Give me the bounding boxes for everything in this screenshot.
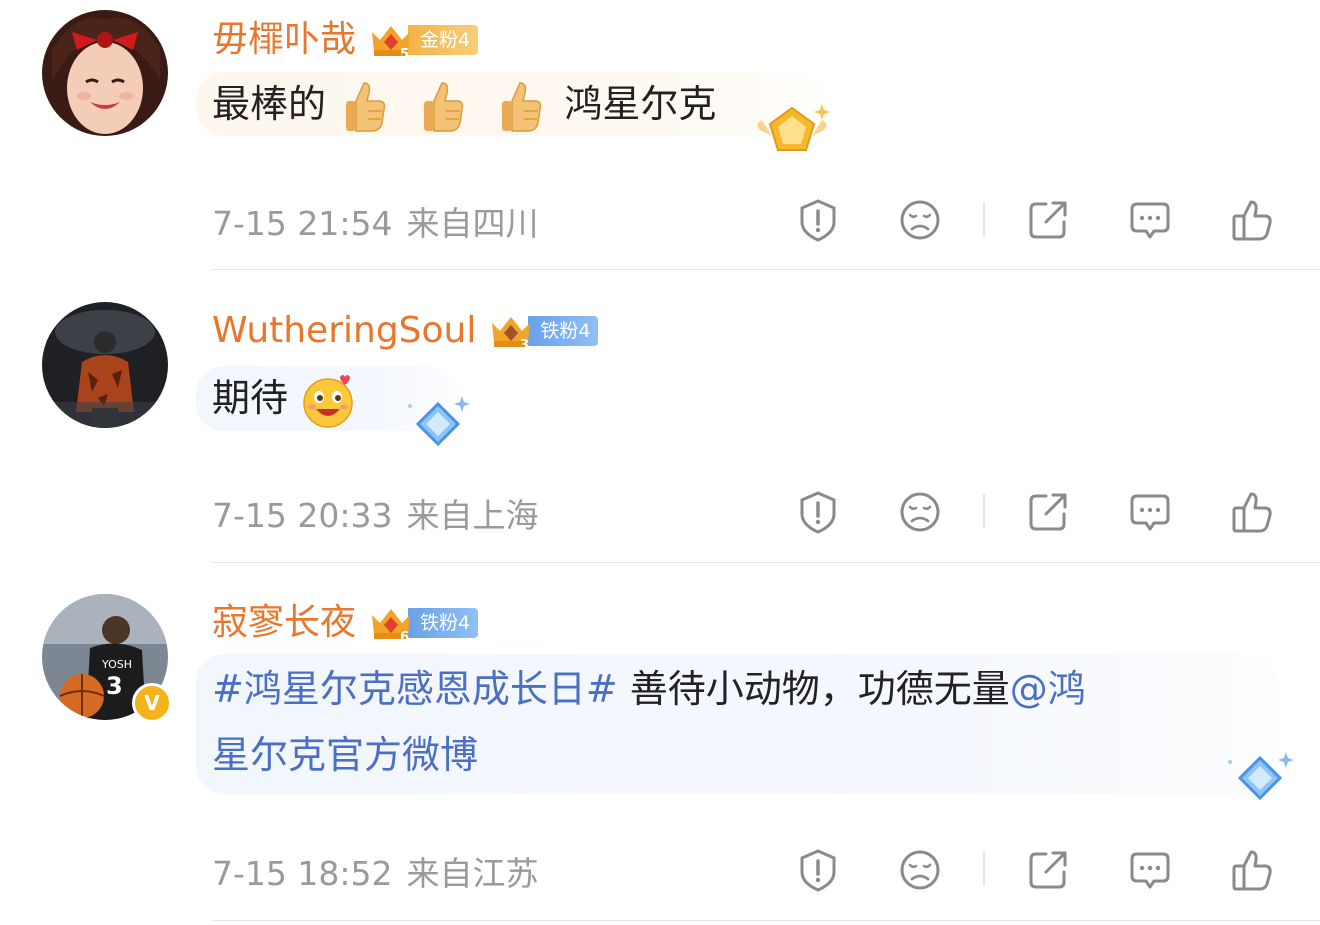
report-icon [800,199,836,242]
share-icon [1029,201,1067,239]
share-icon [1029,493,1067,531]
thumbs-up-icon [424,81,464,132]
comment-header: 寂寥长夜 6 铁粉4 [212,598,479,648]
comment-meta: 7-15 18:52 来自江苏 [212,846,553,896]
mention-link[interactable]: 星尔克官方微博 [212,733,478,777]
crown-icon: 5 [372,26,411,60]
fan-badge[interactable]: 6 铁粉4 [368,605,479,643]
action-divider [983,852,985,886]
comment-content: #鸿星尔克感恩成长日# 善待小动物，功德无量@鸿 星尔克官方微博 [196,654,1278,794]
share-button[interactable] [1026,490,1070,534]
avatar[interactable] [42,302,168,428]
timestamp: 7-15 20:33 [212,496,393,535]
dislike-icon [900,492,940,532]
dislike-button[interactable] [898,198,942,242]
share-button[interactable] [1026,848,1070,892]
comment-header: WutheringSoul 3 铁粉4 [212,306,599,356]
report-icon [800,849,836,892]
comment-button[interactable] [1128,848,1172,892]
comment-divider [212,562,1320,563]
location: 来自上海 [406,496,539,535]
fan-badge-label: 铁粉4 [408,608,479,638]
comment-icon [1130,202,1170,239]
svg-text:5: 5 [400,47,409,60]
crown-icon: 6 [372,609,411,643]
share-button[interactable] [1026,198,1070,242]
timestamp: 7-15 21:54 [212,204,393,243]
report-button[interactable] [796,198,840,242]
comment-text-line: 星尔克官方微博 [212,722,1262,788]
fan-badge-label: 铁粉4 [528,316,599,346]
avatar[interactable] [42,10,168,136]
comment-divider [212,920,1320,921]
comment-text: 善待小动物，功德无量 [617,667,1010,711]
like-icon [1232,492,1272,533]
svg-text:6: 6 [400,630,409,643]
hashtag-link[interactable]: #鸿星尔克感恩成长日# [212,667,618,711]
action-divider [983,494,985,528]
location: 来自江苏 [406,854,539,893]
fan-badge[interactable]: 3 铁粉4 [488,313,599,351]
thumbs-up-icon [502,81,542,132]
svg-text:YOSH: YOSH [101,658,132,671]
thumbs-up-icon [346,81,386,132]
dislike-button[interactable] [898,490,942,534]
comment-button[interactable] [1128,198,1172,242]
report-button[interactable] [796,490,840,534]
comment-content: 最棒的 鸿星尔克 [196,72,828,136]
gold-pentagon-icon [757,104,830,151]
like-button[interactable] [1230,490,1274,534]
comment-meta: 7-15 20:33 来自上海 [212,488,553,538]
verified-badge: V [132,683,172,723]
like-button[interactable] [1230,848,1274,892]
username[interactable]: WutheringSoul [212,306,476,356]
comment-icon [1130,494,1170,531]
comment-text: 期待 [212,376,289,420]
username[interactable]: 毋檌卟哉 [212,15,356,65]
comment-meta: 7-15 21:54 来自四川 [212,196,553,246]
comment-divider [212,269,1320,270]
comment-text-line: #鸿星尔克感恩成长日# 善待小动物，功德无量@鸿 [212,656,1262,722]
report-button[interactable] [796,848,840,892]
comment-text: 最棒的 [212,82,327,126]
action-divider [983,202,985,236]
share-icon [1029,851,1067,889]
fan-badge[interactable]: 5 金粉4 [368,22,479,60]
mention-link[interactable]: @鸿 [1010,667,1086,711]
svg-text:3: 3 [106,672,123,700]
like-button[interactable] [1230,198,1274,242]
dislike-icon [900,850,940,890]
dislike-button[interactable] [898,848,942,892]
comment-button[interactable] [1128,490,1172,534]
crown-icon: 3 [492,317,531,351]
location: 来自四川 [406,204,539,243]
comment-header: 毋檌卟哉 5 金粉4 [212,15,479,65]
timestamp: 7-15 18:52 [212,854,393,893]
dislike-icon [900,200,940,240]
blue-diamond-icon [408,396,470,447]
comment-icon [1130,852,1170,889]
blue-diamond-icon [1228,752,1294,801]
like-icon [1232,850,1272,891]
username[interactable]: 寂寥长夜 [212,598,356,648]
report-icon [800,491,836,534]
comment-text: 鸿星尔克 [564,82,717,126]
like-icon [1232,200,1272,241]
excited-face-icon [303,374,353,428]
svg-text:3: 3 [520,338,529,351]
fan-badge-label: 金粉4 [408,25,479,55]
